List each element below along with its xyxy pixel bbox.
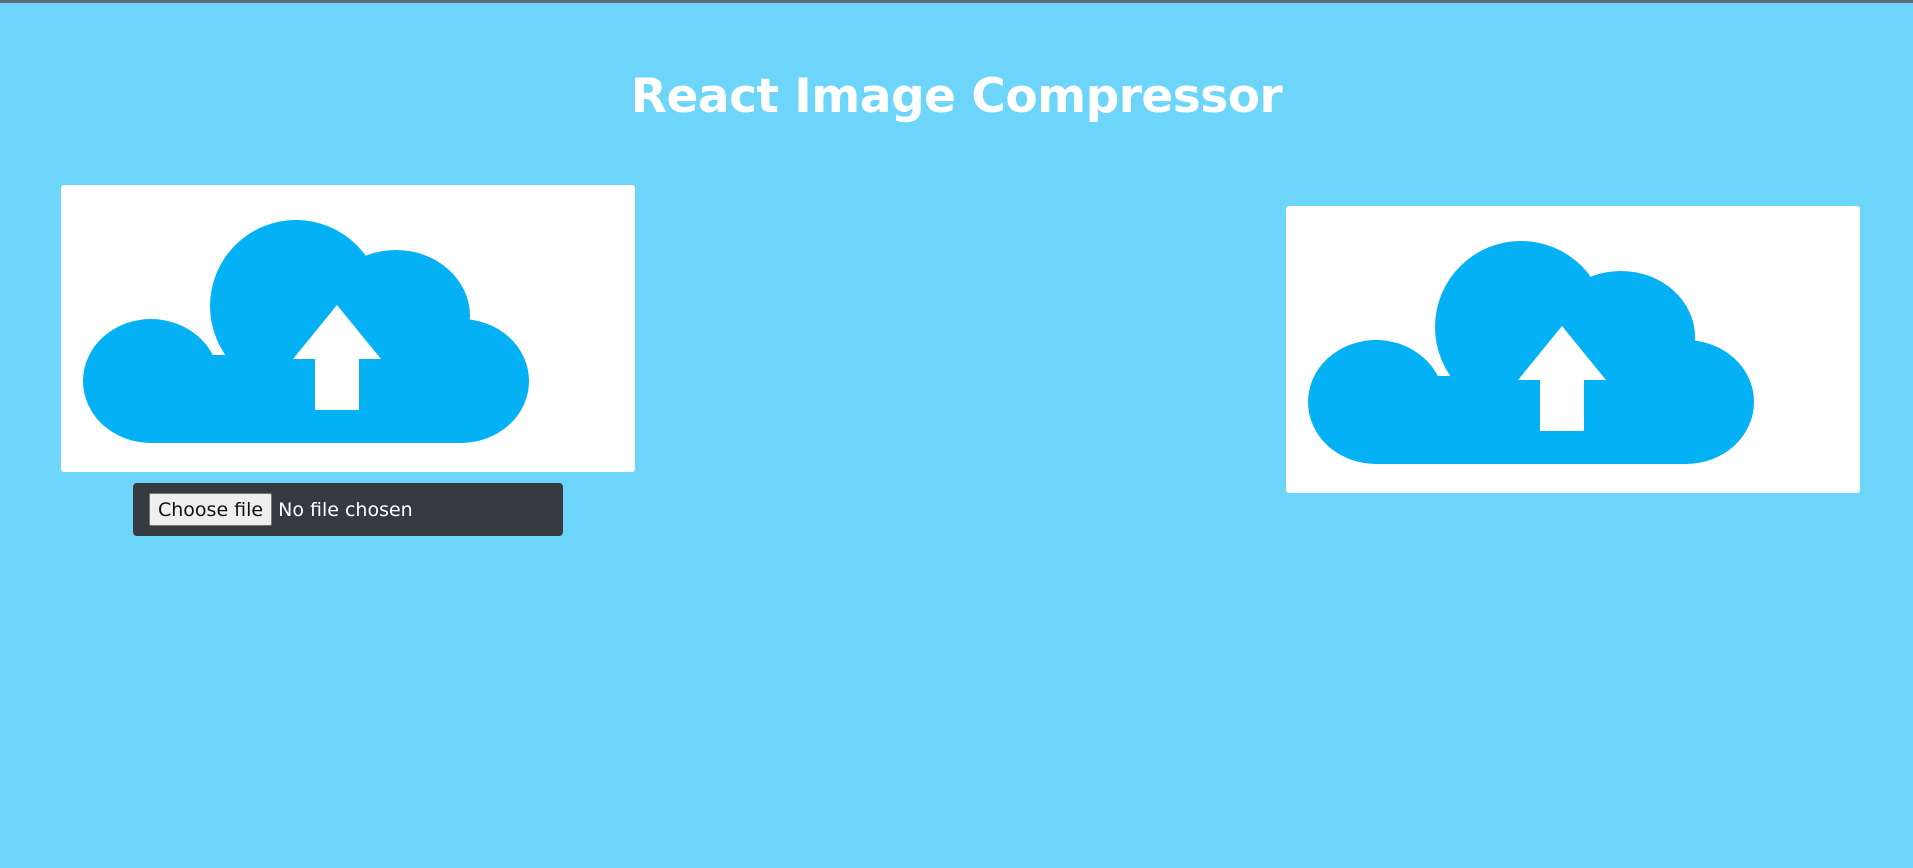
original-image-preview	[61, 185, 635, 472]
window-top-border	[0, 0, 1913, 3]
choose-file-button[interactable]: Choose file	[149, 493, 273, 526]
page-title: React Image Compressor	[630, 69, 1283, 124]
file-status-text: No file chosen	[278, 498, 413, 521]
compressed-image-preview	[1286, 206, 1860, 493]
cloud-upload-icon	[1308, 241, 1754, 464]
file-input[interactable]: Choose file No file chosen	[133, 483, 563, 536]
cloud-upload-icon	[83, 220, 529, 443]
